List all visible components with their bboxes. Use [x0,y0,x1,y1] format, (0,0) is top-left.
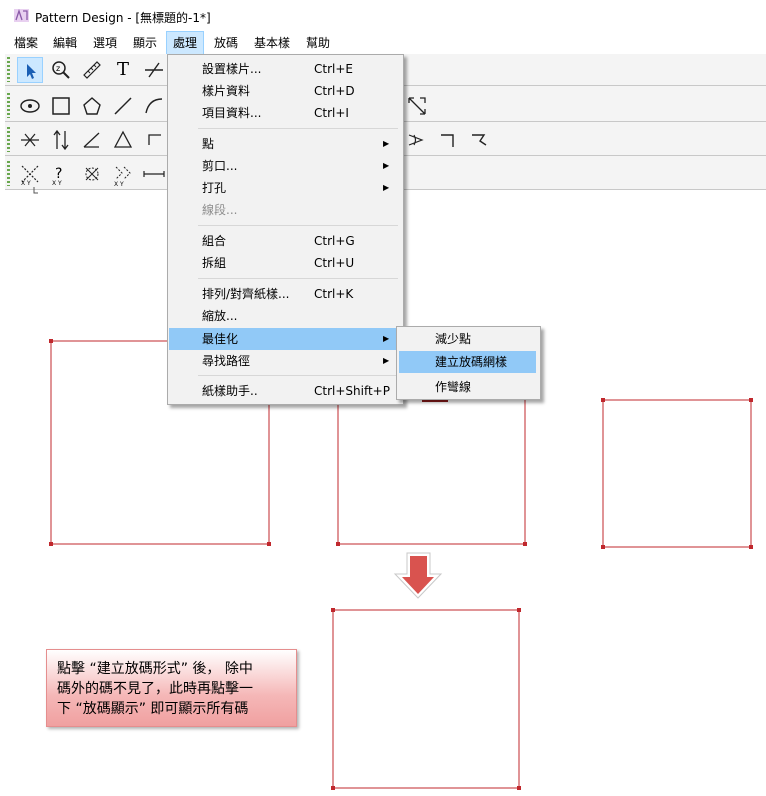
submenu-item-create-grade-net[interactable]: 建立放碼網樣 [399,351,536,373]
menu-item-scale[interactable]: 縮放... [169,305,401,327]
annotation-line-3: 下 “放碼顯示” 即可顯示所有碼 [57,701,249,717]
submenu-arrow-icon: ▶ [383,334,390,343]
optimize-submenu: 減少點 建立放碼網樣 作彎線 [396,326,541,400]
submenu-item-make-curve[interactable]: 作彎線 [399,376,536,398]
submenu-arrow-icon: ▶ [383,139,390,148]
submenu-arrow-icon: ▶ [383,183,390,192]
menu-item-optimize[interactable]: 最佳化 ▶ [169,328,401,350]
menu-item-piece-data[interactable]: 樣片資料 Ctrl+D [169,80,401,102]
annotation-line-1: 點擊 “建立放碼形式” 後， 除中 [57,661,253,677]
menu-item-group[interactable]: 組合 Ctrl+G [169,230,401,252]
menu-item-point[interactable]: 點 ▶ [169,133,401,155]
canvas-corner-mark [33,187,38,194]
annotation-line-2: 碼外的碼不見了，此時再點擊一 [57,681,253,697]
menu-item-notch[interactable]: 剪口... ▶ [169,155,401,177]
menu-item-punch[interactable]: 打孔 ▶ [169,177,401,199]
menu-item-setup-piece[interactable]: 設置樣片... Ctrl+E [169,58,401,80]
menu-item-ungroup[interactable]: 拆組 Ctrl+U [169,252,401,274]
submenu-arrow-icon: ▶ [383,161,390,170]
menu-item-pattern-assistant[interactable]: 紙樣助手.. Ctrl+Shift+P [169,380,401,402]
annotation-callout: 點擊 “建立放碼形式” 後， 除中 碼外的碼不見了，此時再點擊一 下 “放碼顯示… [46,649,297,727]
menu-item-find-path[interactable]: 尋找路徑 ▶ [169,350,401,372]
process-dropdown-menu: 設置樣片... Ctrl+E 樣片資料 Ctrl+D 項目資料... Ctrl+I 點… [167,54,404,405]
menu-separator [198,225,398,226]
pattern-piece-right[interactable] [601,398,753,549]
down-arrow-icon [393,552,443,599]
menu-separator [198,278,398,279]
pattern-piece-middle[interactable] [336,397,527,546]
menu-separator [198,128,398,129]
menu-item-segment: 線段... [202,203,238,217]
submenu-item-reduce-points[interactable]: 減少點 [399,328,536,350]
menu-item-item-data[interactable]: 項目資料... Ctrl+I [169,102,401,124]
submenu-arrow-icon: ▶ [383,356,390,365]
menu-item-arrange-align[interactable]: 排列/對齊紙樣... Ctrl+K [169,283,401,305]
menu-separator [198,375,398,376]
pattern-piece-result[interactable] [331,608,521,790]
